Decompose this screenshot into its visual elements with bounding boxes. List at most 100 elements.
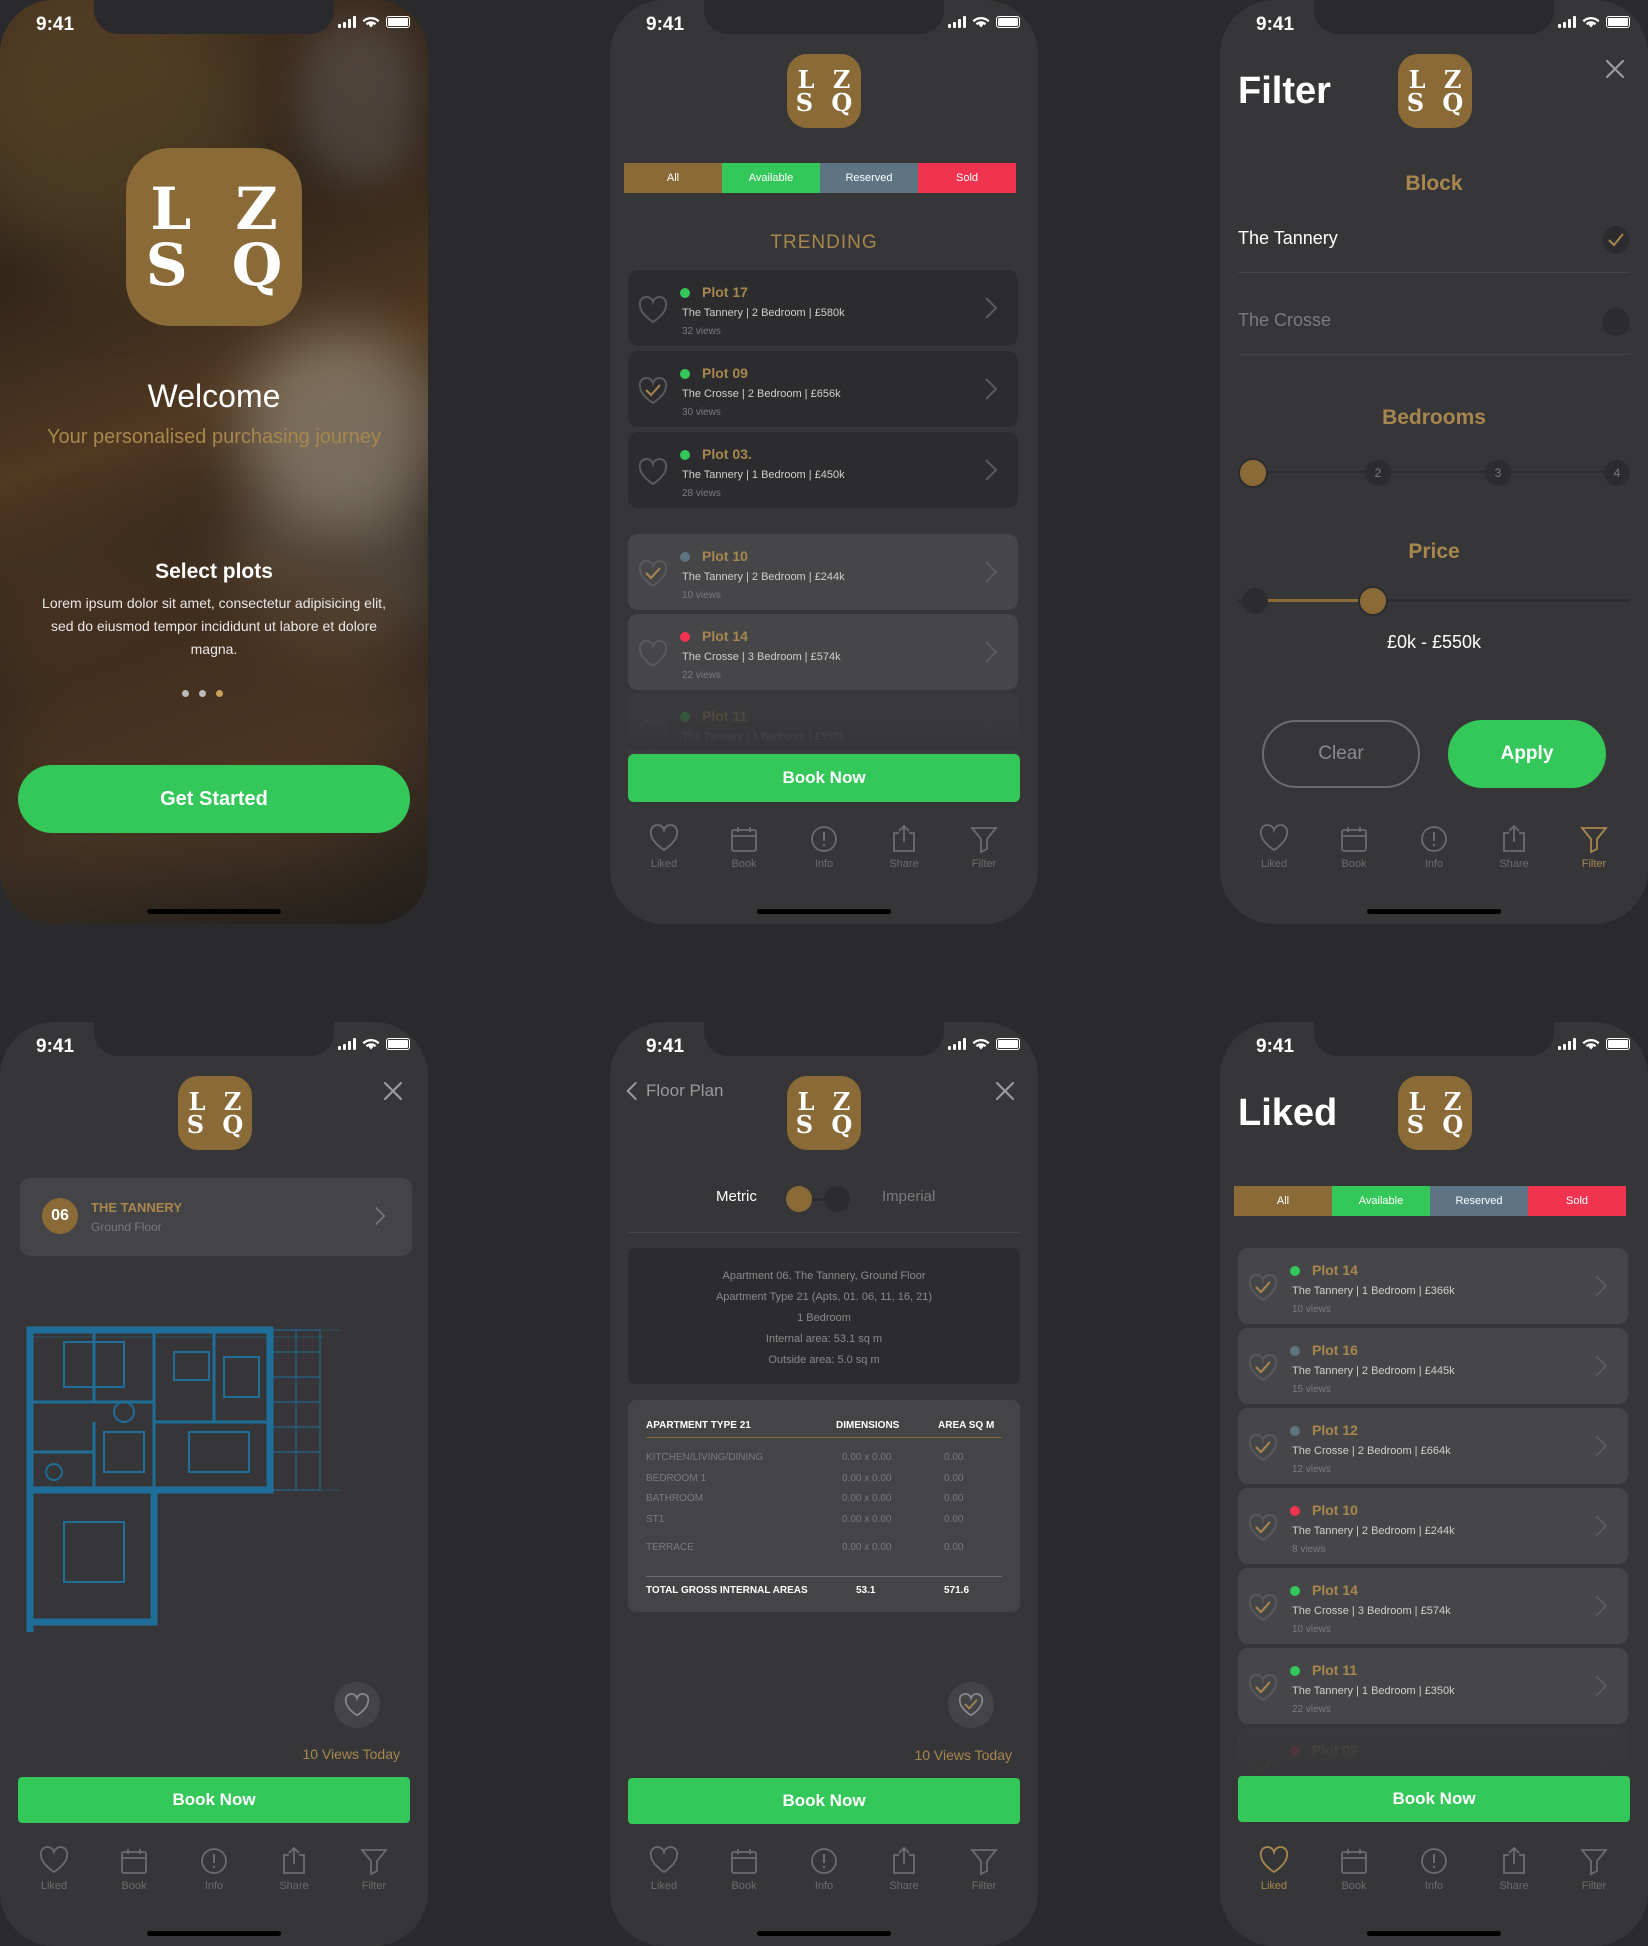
plot-details: The Crosse | 2 Bedroom | £656k	[682, 388, 841, 400]
heart-check-icon[interactable]	[638, 377, 668, 405]
imperial-label[interactable]: Imperial	[882, 1188, 935, 1205]
room-name: TERRACE	[646, 1542, 694, 1553]
tab-book[interactable]: Book	[714, 824, 774, 884]
segment-all[interactable]: All	[1234, 1186, 1332, 1216]
tab-info[interactable]: Info	[794, 1846, 854, 1906]
tab-info[interactable]: Info	[794, 824, 854, 884]
page-indicator[interactable]	[182, 690, 223, 697]
page-dot[interactable]	[182, 690, 189, 697]
checkmark-icon[interactable]	[1602, 226, 1630, 254]
segment-sold[interactable]: Sold	[1528, 1186, 1626, 1216]
segment-all[interactable]: All	[624, 163, 722, 193]
clear-button[interactable]: Clear	[1262, 720, 1420, 788]
segment-reserved[interactable]: Reserved	[1430, 1186, 1528, 1216]
close-icon[interactable]	[994, 1080, 1016, 1102]
tab-book[interactable]: Book	[1324, 1846, 1384, 1906]
tab-filter[interactable]: Filter	[1564, 1846, 1624, 1906]
liked-icon	[649, 824, 679, 852]
unit-toggle[interactable]: Metric Imperial	[610, 1182, 1038, 1214]
heart-icon[interactable]	[638, 640, 668, 668]
bedroom-step[interactable]: 2	[1365, 460, 1391, 486]
signal-icon	[1558, 16, 1576, 28]
wifi-icon	[972, 1039, 990, 1050]
plot-card[interactable]: Plot 10 The Tannery | 2 Bedroom | £244k 10…	[628, 534, 1018, 610]
price-max-knob[interactable]	[1358, 586, 1388, 616]
price-min-knob[interactable]	[1242, 588, 1268, 614]
heart-icon[interactable]	[638, 458, 668, 486]
block-option-tannery[interactable]: The Tannery	[1238, 218, 1630, 262]
tab-book[interactable]: Book	[714, 1846, 774, 1906]
plot-card[interactable]: Plot 14 The Tannery | 1 Bedroom | £366k 10…	[1238, 1248, 1628, 1324]
tab-book[interactable]: Book	[104, 1846, 164, 1906]
tab-share[interactable]: Share	[874, 824, 934, 884]
like-button[interactable]	[334, 1682, 380, 1728]
book-now-button[interactable]: Book Now	[628, 1778, 1020, 1824]
tab-share[interactable]: Share	[1484, 824, 1544, 884]
plot-card[interactable]: Plot 17 The Tannery | 2 Bedroom | £580k 32…	[628, 270, 1018, 346]
heart-check-icon[interactable]	[1248, 1274, 1278, 1302]
plot-card[interactable]: Plot 14 The Crosse | 3 Bedroom | £574k 10 …	[1238, 1568, 1628, 1644]
segment-sold[interactable]: Sold	[918, 163, 1016, 193]
bedroom-step-knob[interactable]: 1	[1238, 458, 1268, 488]
plot-card[interactable]: Plot 14 The Crosse | 3 Bedroom | £574k 22 …	[628, 614, 1018, 690]
book-now-button[interactable]: Book Now	[18, 1777, 410, 1823]
tab-info[interactable]: Info	[184, 1846, 244, 1906]
plot-header-card[interactable]: 06 THE TANNERY Ground Floor	[20, 1178, 412, 1256]
onboarding-section-title: Select plots	[155, 560, 273, 583]
tab-liked[interactable]: Liked	[634, 824, 694, 884]
book-now-button[interactable]: Book Now	[1238, 1776, 1630, 1822]
plot-card[interactable]: Plot 10 The Tannery | 2 Bedroom | £244k 8 …	[1238, 1488, 1628, 1564]
tab-filter[interactable]: Filter	[954, 824, 1014, 884]
tab-share[interactable]: Share	[874, 1846, 934, 1906]
liked-icon	[1259, 824, 1289, 852]
block-option-crosse[interactable]: The Crosse	[1238, 300, 1630, 344]
floor-plan-drawing[interactable]	[24, 1322, 404, 1632]
apply-button[interactable]: Apply	[1448, 720, 1606, 788]
segment-available[interactable]: Available	[1332, 1186, 1430, 1216]
tab-liked[interactable]: Liked	[634, 1846, 694, 1906]
heart-check-icon[interactable]	[1248, 1594, 1278, 1622]
plot-card[interactable]: Plot 03. The Tannery | 1 Bedroom | £450k 2…	[628, 432, 1018, 508]
like-button[interactable]	[948, 1682, 994, 1728]
get-started-button[interactable]: Get Started	[18, 765, 410, 833]
heart-check-icon[interactable]	[1248, 1354, 1278, 1382]
close-icon[interactable]	[1604, 58, 1626, 80]
plot-card[interactable]: Plot 12 The Crosse | 2 Bedroom | £664k 12 …	[1238, 1408, 1628, 1484]
chevron-right-icon	[1595, 1515, 1608, 1537]
close-icon[interactable]	[382, 1080, 404, 1102]
tab-liked[interactable]: Liked	[1244, 824, 1304, 884]
heart-check-icon[interactable]	[638, 560, 668, 588]
heart-check-icon[interactable]	[1248, 1434, 1278, 1462]
tab-label: Info	[1424, 858, 1444, 870]
plot-card[interactable]: Plot 16 The Tannery | 2 Bedroom | £445k 15…	[1238, 1328, 1628, 1404]
back-button[interactable]: Floor Plan	[626, 1080, 723, 1102]
tab-info[interactable]: Info	[1404, 1846, 1464, 1906]
segment-reserved[interactable]: Reserved	[820, 163, 918, 193]
plot-card[interactable]: Plot 11 The Tannery | 1 Bedroom | £350k 22…	[1238, 1648, 1628, 1724]
segment-available[interactable]: Available	[722, 163, 820, 193]
bedroom-step[interactable]: 4	[1604, 460, 1630, 486]
metric-label[interactable]: Metric	[716, 1188, 757, 1205]
page-dot[interactable]	[199, 690, 206, 697]
page-dot-active[interactable]	[216, 690, 223, 697]
tab-liked[interactable]: Liked	[24, 1846, 84, 1906]
plot-card[interactable]: Plot 09 The Crosse | 2 Bedroom | £656k 30 …	[628, 351, 1018, 427]
heart-check-icon[interactable]	[1248, 1674, 1278, 1702]
tab-share[interactable]: Share	[1484, 1846, 1544, 1906]
tab-filter[interactable]: Filter	[1564, 824, 1624, 884]
tab-filter[interactable]: Filter	[954, 1846, 1014, 1906]
tab-info[interactable]: Info	[1404, 824, 1464, 884]
tab-liked[interactable]: Liked	[1244, 1846, 1304, 1906]
unchecked-circle-icon[interactable]	[1602, 308, 1630, 336]
toggle-track[interactable]	[786, 1186, 850, 1212]
tab-share[interactable]: Share	[264, 1846, 324, 1906]
tab-filter[interactable]: Filter	[344, 1846, 404, 1906]
bedroom-step[interactable]: 3	[1485, 460, 1511, 486]
heart-check-icon[interactable]	[1248, 1514, 1278, 1542]
heart-icon[interactable]	[638, 296, 668, 324]
plot-views: 28 views	[682, 488, 721, 499]
tab-book[interactable]: Book	[1324, 824, 1384, 884]
book-now-button[interactable]: Book Now	[628, 754, 1020, 802]
price-range-slider[interactable]	[1238, 584, 1630, 616]
bedrooms-slider[interactable]: 1 2 3 4	[1238, 456, 1630, 488]
